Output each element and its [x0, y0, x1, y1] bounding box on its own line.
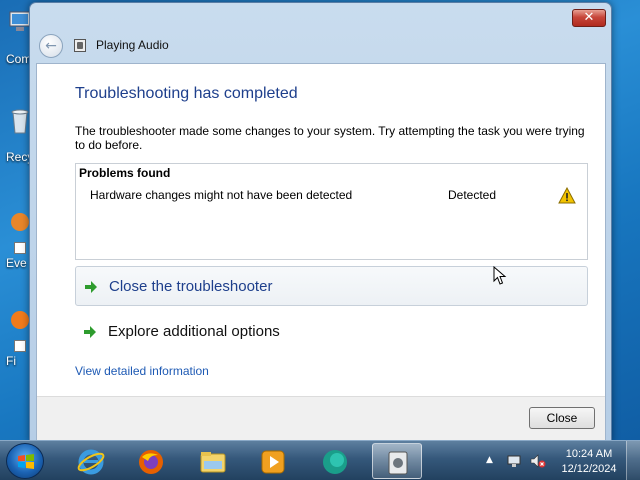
- window-footer: Close: [37, 396, 605, 441]
- problems-found-list: Problems found Hardware changes might no…: [75, 163, 588, 260]
- content-pane: Troubleshooting has completed The troubl…: [36, 63, 606, 441]
- app-icon: [323, 450, 347, 474]
- taskbar-file-explorer[interactable]: [188, 443, 238, 479]
- problem-status: Detected: [448, 188, 497, 202]
- shortcut-arrow-icon: [14, 242, 26, 254]
- windows-logo-icon: [18, 454, 34, 469]
- shortcut-arrow-icon: [14, 340, 26, 352]
- media-player-icon: [261, 450, 285, 474]
- warning-icon: [558, 187, 576, 204]
- taskbar-app[interactable]: [310, 443, 360, 479]
- internet-explorer-icon: [77, 449, 105, 475]
- window-close-button[interactable]: ✕: [572, 9, 606, 27]
- close-troubleshooter-label: Close the troubleshooter: [109, 278, 273, 295]
- volume-muted-icon[interactable]: [530, 453, 546, 469]
- desktop-icon-recycle-bin[interactable]: Recy: [0, 106, 33, 166]
- show-hidden-icons-button[interactable]: ▲: [486, 455, 493, 465]
- start-button[interactable]: [6, 443, 44, 479]
- desktop-icon-label: Com: [6, 52, 32, 66]
- taskbar: ▲ 10:24 AM 12/12/2024: [0, 440, 640, 480]
- troubleshooter-window: ✕ ← Playing Audio Troubleshooting has co…: [29, 2, 612, 443]
- taskbar-media-player[interactable]: [248, 443, 298, 479]
- problem-row[interactable]: Hardware changes might not have been det…: [76, 186, 587, 206]
- desktop-icon-computer[interactable]: Com: [0, 8, 32, 68]
- back-arrow-icon: ←: [45, 38, 57, 54]
- back-button[interactable]: ←: [39, 34, 63, 58]
- window-title: Playing Audio: [96, 38, 169, 52]
- system-clock[interactable]: 10:24 AM 12/12/2024: [556, 447, 622, 477]
- clock-date: 12/12/2024: [561, 463, 617, 475]
- mouse-cursor-icon: [493, 266, 507, 285]
- close-troubleshooter-option[interactable]: Close the troubleshooter: [75, 266, 588, 306]
- show-desktop-button[interactable]: [626, 441, 640, 480]
- network-icon[interactable]: [506, 453, 522, 469]
- desktop-icon-label: Eve: [6, 256, 27, 270]
- firefox-icon: [139, 450, 163, 474]
- problems-found-header: Problems found: [79, 166, 171, 180]
- problem-description: Hardware changes might not have been det…: [90, 188, 353, 202]
- taskbar-internet-explorer[interactable]: [66, 443, 116, 479]
- file-explorer-icon: [200, 452, 226, 473]
- taskbar-firefox[interactable]: [126, 443, 176, 479]
- view-detailed-information-link[interactable]: View detailed information: [75, 364, 209, 378]
- audio-troubleshooter-icon: [74, 39, 86, 52]
- close-button[interactable]: Close: [529, 407, 595, 429]
- desktop-icon-event[interactable]: Eve: [0, 212, 32, 272]
- description-text: The troubleshooter made some changes to …: [75, 124, 585, 152]
- clock-time: 10:24 AM: [565, 448, 613, 460]
- troubleshooter-icon: [388, 451, 408, 475]
- explore-options-label: Explore additional options: [108, 323, 280, 340]
- desktop-icon-firefox[interactable]: Fi: [0, 310, 32, 370]
- desktop-icon-label: Fi: [6, 354, 16, 368]
- page-title: Troubleshooting has completed: [75, 85, 298, 102]
- green-arrow-icon: [85, 281, 97, 293]
- green-arrow-icon: [84, 326, 96, 338]
- explore-options-option[interactable]: Explore additional options: [75, 312, 588, 352]
- taskbar-troubleshooter[interactable]: [372, 443, 422, 479]
